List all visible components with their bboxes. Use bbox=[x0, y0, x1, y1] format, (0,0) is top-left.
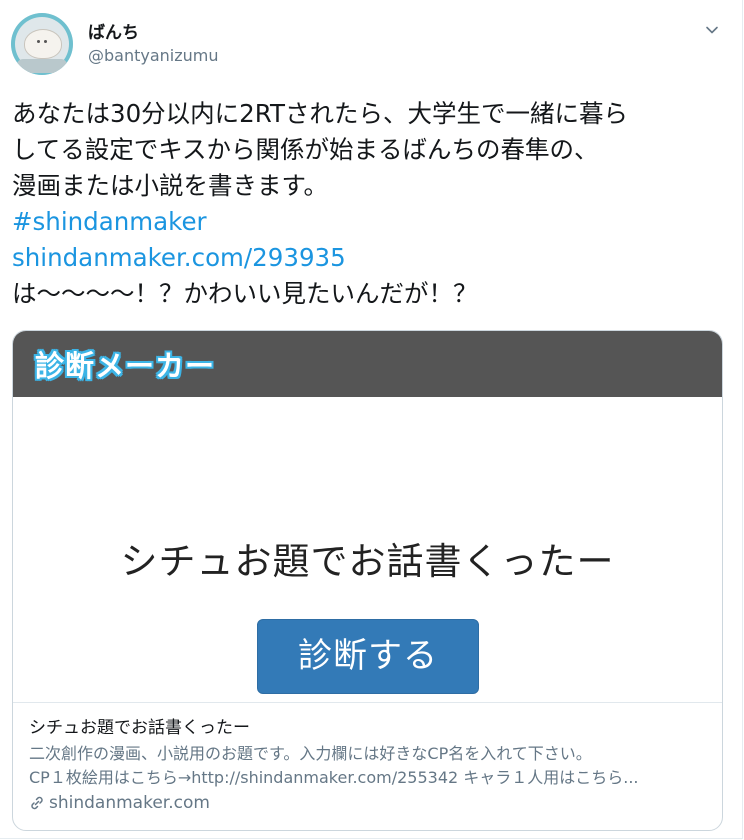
diagnose-button[interactable]: 診断する bbox=[257, 619, 479, 694]
hashtag-link[interactable]: #shindanmaker bbox=[12, 204, 737, 240]
avatar[interactable] bbox=[11, 13, 73, 75]
url-link[interactable]: shindanmaker.com/293935 bbox=[12, 240, 737, 276]
card-description-line: CP１枚絵用はこちら→http://shindanmaker.com/25534… bbox=[29, 768, 639, 787]
user-handle[interactable]: @bantyanizumu bbox=[88, 46, 219, 65]
card-preview-heading: シチュお題でお話書くったー bbox=[120, 540, 615, 583]
card-banner: 診断メーカー bbox=[13, 331, 722, 397]
card-site: shindanmaker.com bbox=[29, 793, 709, 813]
avatar-eye-left bbox=[37, 40, 40, 43]
chevron-down-icon[interactable] bbox=[704, 22, 720, 38]
card-meta: シチュお題でお話書くったー 二次創作の漫画、小説用のお題です。入力欄には好きなC… bbox=[29, 713, 709, 813]
avatar-base-shape bbox=[17, 59, 67, 73]
tweet-text-line: あなたは30分以内に2RTされたら、大学生で一緒に暮ら bbox=[12, 99, 628, 128]
banner-logo-text: 診断メーカー bbox=[35, 349, 216, 383]
card-preview-image: シチュお題でお話書くったー 診断する bbox=[13, 397, 722, 703]
link-icon bbox=[31, 796, 43, 810]
mascot-avatar-icon bbox=[24, 29, 62, 59]
tweet-text-line: してる設定でキスから関係が始まるばんちの春隼の、 bbox=[12, 135, 599, 164]
card-description-line: 二次創作の漫画、小説用のお題です。入力欄には好きなCP名を入れて下さい。 bbox=[29, 744, 592, 763]
avatar-eye-right bbox=[44, 40, 47, 43]
card-site-label: shindanmaker.com bbox=[49, 793, 210, 813]
tweet-text-line: 漫画または小説を書きます。 bbox=[12, 171, 329, 200]
tweet-container: ばんち @bantyanizumu あなたは30分以内に2RTされたら、大学生で… bbox=[0, 0, 743, 839]
card-title: シチュお題でお話書くったー bbox=[29, 718, 250, 738]
tweet-text-line: は〜〜〜〜！？かわいい見たいんだが！？ bbox=[12, 279, 478, 308]
card-description: 二次創作の漫画、小説用のお題です。入力欄には好きなCP名を入れて下さい。 CP１… bbox=[29, 742, 709, 790]
link-card[interactable]: 診断メーカー シチュお題でお話書くったー 診断する シチュお題でお話書くったー … bbox=[12, 330, 723, 831]
display-name[interactable]: ばんち bbox=[88, 18, 139, 43]
tweet-text: あなたは30分以内に2RTされたら、大学生で一緒に暮ら してる設定でキスから関係… bbox=[12, 96, 737, 312]
